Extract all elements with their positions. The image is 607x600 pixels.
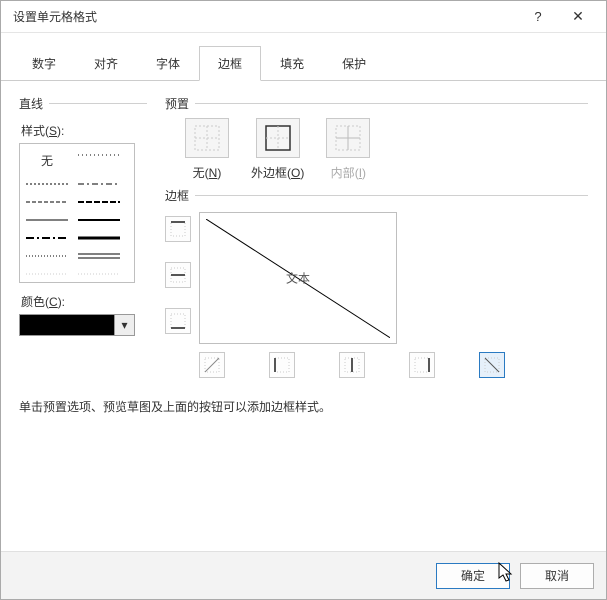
close-icon: ✕: [572, 8, 584, 25]
style-opt[interactable]: [78, 267, 120, 281]
border-preview[interactable]: 文本: [199, 212, 397, 344]
border-vmid-button[interactable]: [339, 352, 365, 378]
format-cells-dialog: 设置单元格格式 ? ✕ 数字 对齐 字体 边框 填充 保护 直线 样式(S): …: [0, 0, 607, 600]
style-opt[interactable]: [26, 195, 68, 209]
close-button[interactable]: ✕: [558, 3, 598, 31]
preset-row: 无(N) 外边框(O) 内部(I): [185, 118, 588, 181]
style-label: 样式(S):: [21, 122, 147, 139]
dialog-title: 设置单元格格式: [13, 8, 518, 25]
tab-alignment[interactable]: 对齐: [75, 46, 137, 81]
border-bottom-button[interactable]: [165, 308, 191, 334]
line-section: 直线 样式(S): 无 颜色(C): ▾: [19, 95, 147, 378]
preset-outline[interactable]: [256, 118, 300, 158]
ok-button[interactable]: 确定: [436, 563, 510, 589]
dialog-body: 直线 样式(S): 无 颜色(C): ▾: [1, 81, 606, 551]
tab-fill[interactable]: 填充: [261, 46, 323, 81]
style-opt[interactable]: [26, 213, 68, 227]
border-bottom-row: [199, 352, 505, 378]
preset-none[interactable]: [185, 118, 229, 158]
chevron-down-icon: ▾: [121, 318, 127, 332]
style-opt[interactable]: [26, 249, 68, 263]
tab-border[interactable]: 边框: [199, 46, 261, 81]
preset-inside[interactable]: [326, 118, 370, 158]
border-diag-down-button[interactable]: [479, 352, 505, 378]
style-opt[interactable]: [78, 195, 120, 209]
border-left-button[interactable]: [269, 352, 295, 378]
color-label: 颜色(C):: [21, 293, 147, 310]
style-opt[interactable]: [26, 267, 68, 281]
tab-number[interactable]: 数字: [13, 46, 75, 81]
tab-font[interactable]: 字体: [137, 46, 199, 81]
preset-outline-label: 外边框(O): [251, 164, 304, 181]
style-opt[interactable]: [78, 249, 120, 263]
cancel-button[interactable]: 取消: [520, 563, 594, 589]
preset-none-label: 无(N): [193, 164, 222, 181]
color-swatch[interactable]: [19, 314, 115, 336]
style-opt[interactable]: [78, 177, 120, 191]
border-hmid-button[interactable]: [165, 262, 191, 288]
help-button[interactable]: ?: [518, 3, 558, 31]
style-list[interactable]: 无: [19, 143, 135, 283]
style-opt[interactable]: [26, 177, 68, 191]
dialog-footer: 确定 取消: [1, 551, 606, 599]
style-none[interactable]: 无: [26, 148, 68, 173]
style-opt[interactable]: [26, 231, 68, 245]
help-icon: ?: [534, 9, 541, 24]
preset-group-label: 预置: [165, 95, 588, 112]
titlebar: 设置单元格格式 ? ✕: [1, 1, 606, 33]
border-right-button[interactable]: [409, 352, 435, 378]
border-side-column: [165, 216, 191, 378]
style-opt[interactable]: [78, 148, 120, 162]
color-dropdown[interactable]: ▾: [115, 314, 135, 336]
style-opt[interactable]: [78, 213, 120, 227]
tab-protection[interactable]: 保护: [323, 46, 385, 81]
tab-bar: 数字 对齐 字体 边框 填充 保护: [1, 33, 606, 81]
style-opt[interactable]: [78, 231, 120, 245]
preset-inside-label: 内部(I): [331, 164, 366, 181]
line-group-label: 直线: [19, 95, 147, 112]
border-top-button[interactable]: [165, 216, 191, 242]
hint-text: 单击预置选项、预览草图及上面的按钮可以添加边框样式。: [19, 398, 588, 415]
border-group-label: 边框: [165, 187, 588, 204]
preview-text: 文本: [286, 270, 310, 287]
border-diag-up-button[interactable]: [199, 352, 225, 378]
